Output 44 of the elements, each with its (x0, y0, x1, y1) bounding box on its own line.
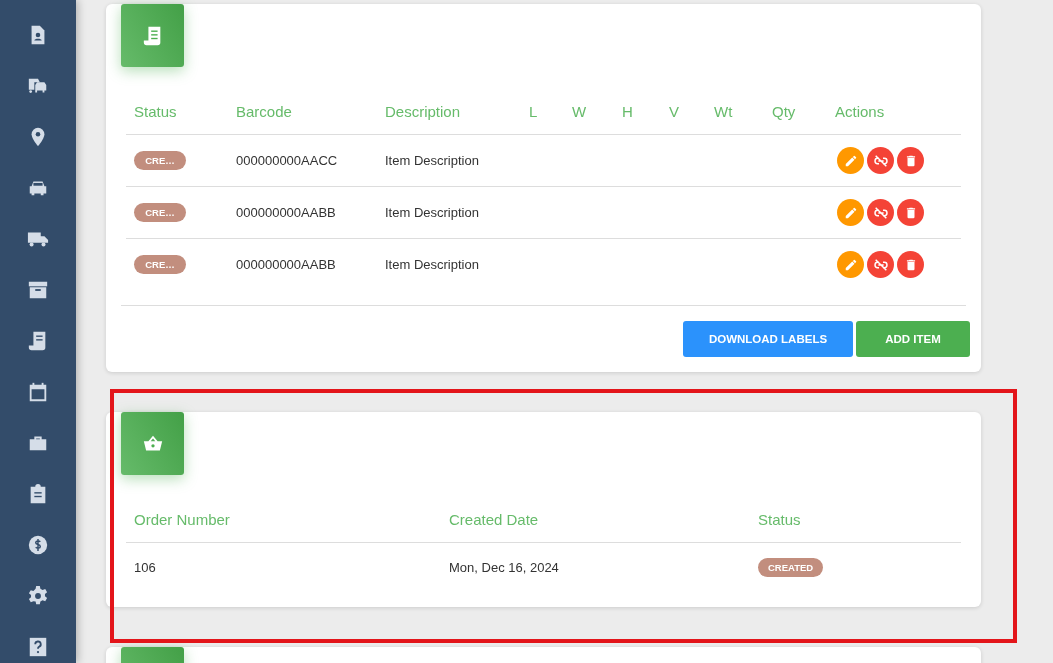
description-cell-text: Item Description (384, 257, 480, 272)
barcode-cell-text: 000000000AACC (235, 153, 339, 168)
column-header: Actions (834, 102, 886, 120)
column-header: Barcode (235, 102, 293, 120)
unlink-button[interactable] (867, 199, 894, 226)
column-header: Created Date (448, 510, 540, 528)
created-date-cell-text: Mon, Dec 16, 2024 (448, 559, 560, 575)
help-icon[interactable] (27, 636, 49, 658)
status-badge: CRE… (134, 203, 186, 222)
unlink-icon (872, 256, 889, 273)
barcode-cell-text: 000000000AABB (235, 205, 337, 220)
column-header: Status (757, 510, 802, 528)
unlink-button[interactable] (867, 147, 894, 174)
barcode-cell-text: 000000000AABB (235, 257, 337, 272)
calendar-icon[interactable] (27, 381, 49, 403)
download-labels-button[interactable]: DOWNLOAD LABELS (683, 321, 853, 357)
column-header: L (528, 102, 539, 120)
pencil-icon (843, 205, 858, 220)
column-header: Description (384, 102, 462, 120)
column-header: Wt (713, 102, 734, 120)
delete-button[interactable] (897, 199, 924, 226)
pencil-icon (843, 257, 858, 272)
unlink-button[interactable] (867, 251, 894, 278)
order-number-cell-text: 106 (133, 559, 157, 575)
dollar-icon[interactable] (27, 534, 49, 556)
archive-box-icon[interactable] (27, 279, 49, 301)
column-header: V (668, 102, 680, 120)
column-header: Qty (771, 102, 797, 120)
add-item-button[interactable]: ADD ITEM (856, 321, 970, 357)
column-header: Status (133, 102, 178, 120)
column-header: W (571, 102, 588, 120)
column-header: H (621, 102, 634, 120)
delete-button[interactable] (897, 147, 924, 174)
status-badge: CRE… (134, 255, 186, 274)
status-badge: CRE… (134, 151, 186, 170)
description-cell-text: Item Description (384, 205, 480, 220)
unlink-icon (872, 152, 889, 169)
delete-button[interactable] (897, 251, 924, 278)
status-badge: CREATED (758, 557, 824, 577)
unlink-icon (872, 204, 889, 221)
description-cell-text: Item Description (384, 153, 480, 168)
settings-icon[interactable] (27, 585, 49, 607)
pencil-icon (843, 153, 858, 168)
column-header: Order Number (133, 510, 231, 528)
